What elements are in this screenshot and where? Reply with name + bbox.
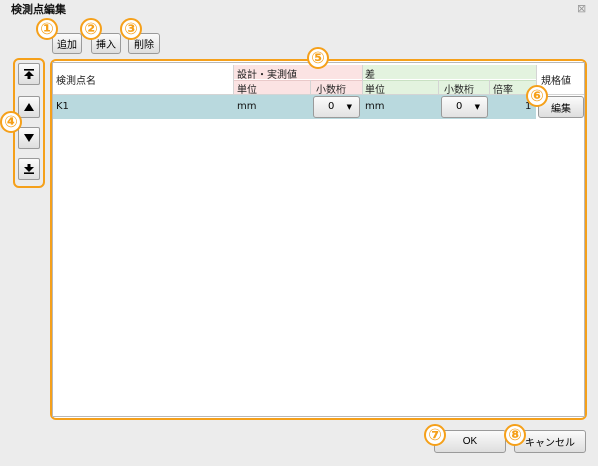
cell-point-name: K1 (56, 101, 69, 112)
marker-6: ⑥ (526, 85, 548, 107)
grid-divider (438, 80, 439, 94)
grid-divider (489, 80, 490, 94)
grid-divider (233, 65, 234, 94)
marker-7: ⑦ (424, 424, 446, 446)
inspection-point-grid[interactable]: 検測点名 設計・実測値 差 規格値 単位 小数桁 単位 小数桁 倍率 K1 mm… (52, 62, 585, 417)
move-bottom-icon (24, 164, 34, 174)
decimals-dropdown[interactable]: 0 ▼ (313, 96, 360, 118)
title-bar: 検測点編集 ⊠ (0, 0, 598, 18)
header-diff-decimals: 小数桁 (444, 85, 474, 96)
header-unit: 単位 (237, 85, 257, 96)
move-top-icon (24, 69, 34, 79)
table-row[interactable]: K1 mm 0 ▼ mm 0 ▼ 1 (53, 95, 536, 119)
header-spec: 規格値 (541, 76, 571, 87)
header-ratio: 倍率 (493, 85, 513, 96)
marker-8: ⑧ (504, 424, 526, 446)
close-icon[interactable]: ⊠ (577, 2, 586, 15)
header-diff-unit: 単位 (365, 85, 385, 96)
marker-3: ③ (120, 18, 142, 40)
chevron-down-icon: ▼ (346, 103, 352, 111)
diff-decimals-dropdown[interactable]: 0 ▼ (441, 96, 488, 118)
header-design-actual: 設計・実測値 (237, 70, 297, 81)
window-title: 検測点編集 (11, 3, 66, 16)
chevron-down-icon: ▼ (474, 103, 480, 111)
move-top-button[interactable] (18, 63, 40, 85)
grid-divider (362, 65, 363, 94)
diff-decimals-dropdown-value: 0 (456, 101, 463, 112)
marker-2: ② (80, 18, 102, 40)
marker-4: ④ (0, 111, 22, 133)
decimals-dropdown-value: 0 (328, 101, 335, 112)
move-up-button[interactable] (18, 96, 40, 118)
move-bottom-button[interactable] (18, 158, 40, 180)
add-button[interactable]: 追加 (52, 33, 82, 54)
cell-diff-unit: mm (365, 101, 385, 112)
header-point-name: 検測点名 (56, 76, 96, 87)
marker-1: ① (36, 18, 58, 40)
grid-divider (310, 80, 311, 94)
diff-header-bg (362, 65, 536, 79)
move-down-icon (24, 134, 34, 142)
cell-unit: mm (237, 101, 257, 112)
move-down-button[interactable] (18, 127, 40, 149)
move-up-icon (24, 103, 34, 111)
header-diff: 差 (365, 70, 375, 81)
header-decimals: 小数桁 (316, 85, 346, 96)
marker-5: ⑤ (307, 47, 329, 69)
